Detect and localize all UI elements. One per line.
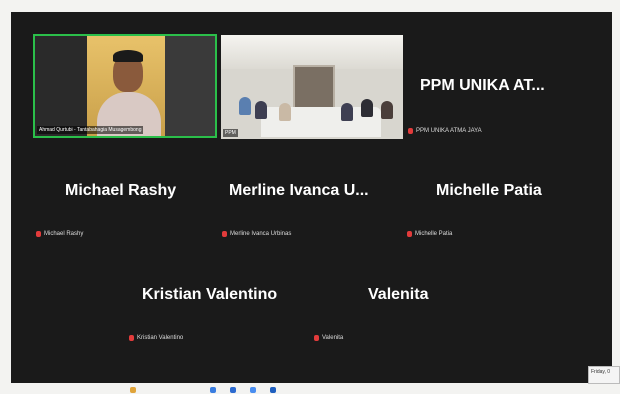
taskbar-app-icon[interactable]: [270, 387, 276, 393]
room-person: [279, 103, 291, 121]
participant-label-text: Michael Rashy: [44, 231, 84, 237]
taskbar-clock[interactable]: Friday, 0: [588, 366, 620, 384]
video-tile-active-speaker[interactable]: Ahmad Qurtubi - Tantabahagia Musagembong: [33, 34, 217, 138]
participant-name[interactable]: Valenita: [368, 286, 428, 304]
participant-label-text: PPM UNIKA ATMA JAYA: [416, 128, 482, 134]
participant-name[interactable]: Merline Ivanca U...: [229, 182, 369, 200]
participant-name[interactable]: Kristian Valentino: [142, 286, 277, 304]
video-background: [165, 36, 215, 136]
participant-label-text: Kristian Valentino: [137, 335, 184, 341]
room-person: [381, 101, 393, 119]
taskbar-app-icon[interactable]: [130, 387, 136, 393]
participant-label: Michelle Patia: [407, 231, 452, 237]
participant-label: Michael Rashy: [36, 231, 83, 237]
taskbar-app-icon[interactable]: [230, 387, 236, 393]
mic-muted-icon: [407, 231, 412, 237]
taskbar: [11, 383, 612, 394]
room-video: [221, 35, 403, 69]
meeting-window: Ahmad Qurtubi - Tantabahagia Musagembong…: [11, 12, 612, 383]
participant-name[interactable]: Michelle Patia: [436, 182, 542, 200]
participant-label: Kristian Valentino: [129, 335, 183, 341]
participant-label: PPM UNIKA ATMA JAYA: [408, 128, 482, 134]
participant-name[interactable]: Michael Rashy: [65, 182, 176, 200]
taskbar-app-icon[interactable]: [210, 387, 216, 393]
mic-muted-icon: [408, 128, 413, 134]
participant-label: Valenita: [314, 335, 343, 341]
participant-label-text: Merline Ivanca Urbinas: [230, 231, 292, 237]
participant-label: Merline Ivanca Urbinas: [222, 231, 291, 237]
mic-muted-icon: [222, 231, 227, 237]
mic-muted-icon: [129, 335, 134, 341]
video-tile-room[interactable]: PPM: [221, 35, 403, 139]
room-person: [239, 97, 251, 115]
room-person: [341, 103, 353, 121]
taskbar-app-icon[interactable]: [250, 387, 256, 393]
video-background: [35, 36, 87, 136]
room-person: [361, 99, 373, 117]
participant-video: [113, 50, 143, 62]
mic-muted-icon: [314, 335, 319, 341]
video-name-tag: Ahmad Qurtubi - Tantabahagia Musagembong: [37, 126, 144, 134]
participant-name[interactable]: PPM UNIKA AT...: [420, 77, 545, 95]
participant-label-text: Michelle Patia: [415, 231, 453, 237]
room-person: [255, 101, 267, 119]
mic-muted-icon: [36, 231, 41, 237]
video-name-tag: PPM: [223, 129, 238, 137]
participant-label-text: Valenita: [322, 335, 344, 341]
